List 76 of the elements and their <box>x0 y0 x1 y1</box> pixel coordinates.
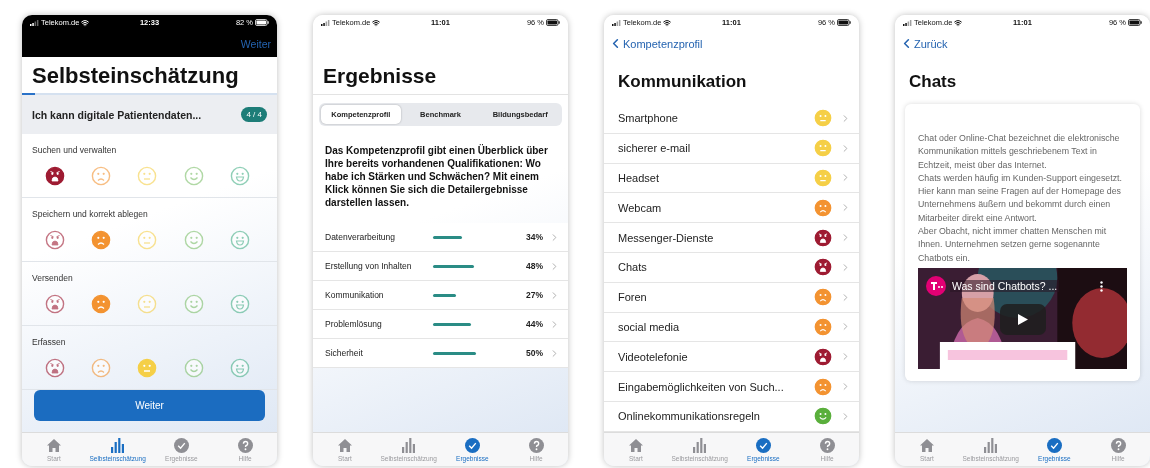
angry-face-icon[interactable] <box>45 166 66 186</box>
help-icon <box>819 437 835 453</box>
battery-icon <box>1128 19 1142 26</box>
neutral-face-icon[interactable] <box>137 294 158 314</box>
body-text: Chat oder Online-Chat bezeichnet die elektronische Kommunikation mittels geschriebenem Text in Echtzeit, meist über das Internet. <box>918 132 1121 172</box>
result-bar <box>433 235 463 239</box>
play-button[interactable] <box>1000 303 1046 335</box>
counter-badge: 4 / 4 <box>241 107 267 122</box>
smiley-icon[interactable] <box>183 358 204 378</box>
signal-icon <box>30 19 39 26</box>
help-icon <box>528 437 544 453</box>
home-icon <box>918 437 935 453</box>
home-icon <box>45 437 62 453</box>
next-button[interactable]: Weiter <box>34 390 265 421</box>
angry-face-icon[interactable] <box>45 294 66 314</box>
smiley-icon[interactable] <box>229 358 250 378</box>
back-link[interactable]: Kompetenzprofil <box>604 30 707 57</box>
angry-face-icon[interactable] <box>45 230 66 250</box>
smiley-icon[interactable] <box>183 294 204 314</box>
sad-face-icon[interactable] <box>91 230 112 250</box>
neutral-face-icon[interactable] <box>137 230 158 250</box>
home-icon <box>627 437 644 453</box>
skill-label: Versenden <box>32 273 74 283</box>
video-title: Was sind Chatbots? ... <box>950 279 1060 292</box>
play-icon <box>1017 312 1029 326</box>
body-text: Chats werden häufig im Kunden-Support eingesetzt. Hier kann man seine Fragen auf der Homepage des Unternehmens äußern und bekommt durch einen Mitarbeiter direkt eine Antwort. <box>918 171 1123 225</box>
smiley-icon[interactable] <box>183 166 204 186</box>
bar-chart-icon <box>691 437 708 453</box>
skill-label: Speichern und korrekt ablegen <box>32 209 149 219</box>
wifi-icon <box>663 18 672 27</box>
smiley-icon[interactable] <box>229 166 250 186</box>
page-title: Ergebnisse <box>313 30 568 95</box>
result-bar <box>433 351 476 355</box>
body-text: Aber Obacht, nicht immer chatten Menschen mit Ihnen. Unternehmen setzen gerne sogenannte Chatbots ein. <box>918 225 1108 265</box>
check-circle-icon <box>755 437 771 453</box>
page-title: Kommunikation <box>617 71 748 93</box>
bar-chart-icon <box>109 437 126 453</box>
result-bar <box>433 264 475 268</box>
neutral-face-icon[interactable] <box>137 166 158 186</box>
skill-label: Erfassen <box>32 337 67 347</box>
more-icon[interactable] <box>1100 280 1103 292</box>
wifi-icon <box>954 18 963 27</box>
skill-label: Suchen und verwalten <box>32 145 118 155</box>
result-bar <box>433 293 457 297</box>
check-circle-icon <box>173 437 189 453</box>
bar-chart-icon <box>400 437 417 453</box>
angry-face-icon[interactable] <box>45 358 66 378</box>
smiley-icon[interactable] <box>183 230 204 250</box>
sad-face-icon[interactable] <box>91 358 112 378</box>
signal-icon <box>903 19 912 26</box>
neutral-face-icon[interactable] <box>137 358 158 378</box>
wifi-icon <box>372 18 381 27</box>
battery-icon <box>837 19 851 26</box>
page-title: Chats <box>908 71 958 93</box>
next-link[interactable]: Weiter <box>240 37 271 50</box>
check-circle-icon <box>1046 437 1062 453</box>
back-link[interactable]: Zurück <box>895 30 952 57</box>
question-text: Ich kann digitale Patientendaten... <box>32 108 202 121</box>
page-title: Selbsteinschätzung <box>31 62 240 90</box>
sad-face-icon[interactable] <box>91 166 112 186</box>
bar-chart-icon <box>982 437 999 453</box>
signal-icon <box>612 19 621 26</box>
channel-logo-icon <box>926 275 946 296</box>
intro-text: Das Kompetenzprofil gibt einen Überblick über Ihre bereits vorhandenen Qualifikationen: Wo habe ich Stärken und Schwächen? Mit einem Klick können Sie sich die Detailergebnisse darstellen lassen. <box>324 143 549 210</box>
sad-face-icon[interactable] <box>91 294 112 314</box>
check-circle-icon <box>464 437 480 453</box>
wifi-icon <box>81 18 90 27</box>
home-icon <box>336 437 353 453</box>
help-icon <box>1110 437 1126 453</box>
help-icon <box>237 437 253 453</box>
battery-icon <box>546 19 560 26</box>
smiley-icon[interactable] <box>229 230 250 250</box>
signal-icon <box>321 19 330 26</box>
battery-icon <box>255 19 269 26</box>
result-bar <box>433 322 471 326</box>
smiley-icon[interactable] <box>229 294 250 314</box>
